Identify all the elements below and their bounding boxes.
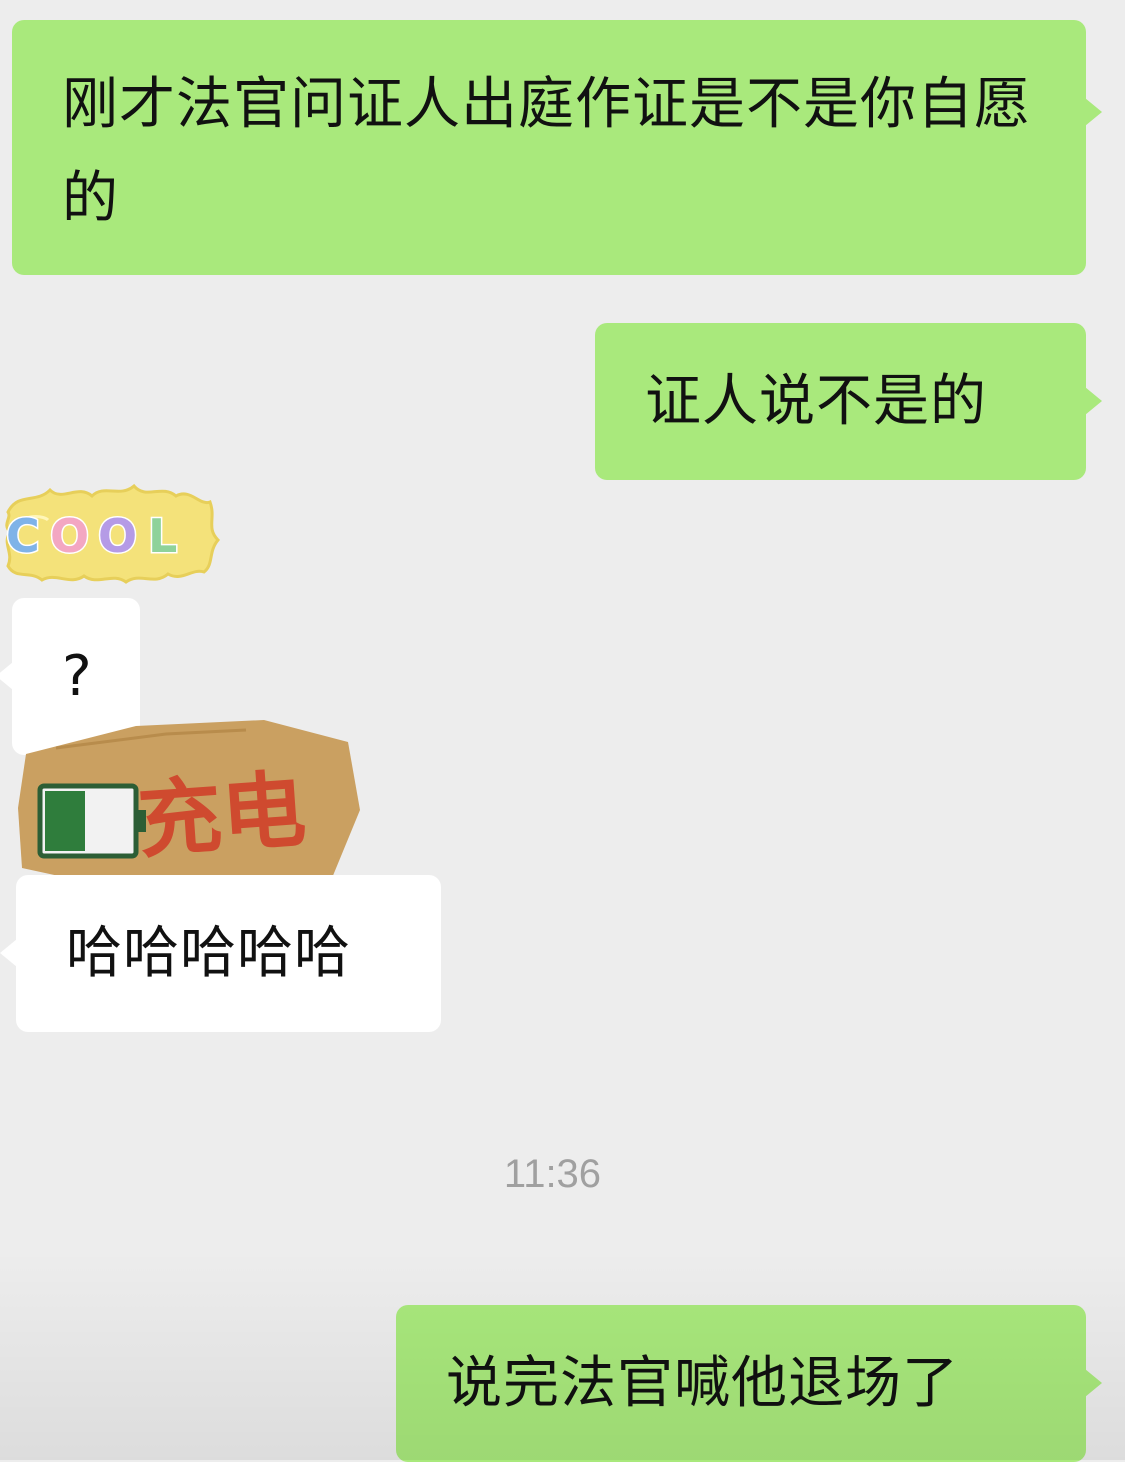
- message-timestamp: 11:36: [503, 1152, 602, 1196]
- sent-message-bubble[interactable]: 证人说不是的: [595, 323, 1102, 480]
- sticker-letter: C: [6, 509, 40, 563]
- message-text: 哈哈哈哈哈: [66, 921, 351, 986]
- sticker-letter: O: [50, 509, 89, 563]
- sent-message-bubble[interactable]: 说完法官喊他退场了: [396, 1305, 1102, 1462]
- sticker-letter: L: [148, 509, 177, 563]
- message-text: ?: [62, 644, 93, 709]
- message-text: 证人说不是的: [645, 369, 987, 434]
- cool-sticker[interactable]: C O O L: [0, 478, 222, 588]
- sticker-text: 充电: [135, 760, 309, 869]
- charging-sticker[interactable]: 充电: [16, 718, 362, 890]
- charging-sticker-image: 充电: [18, 720, 360, 888]
- sent-message-bubble[interactable]: 刚才法官问证人出庭作证是不是你自愿的: [12, 20, 1102, 275]
- chat-message-list[interactable]: 刚才法官问证人出庭作证是不是你自愿的 证人说不是的 C O O L ? 充电 哈…: [0, 0, 1125, 1462]
- battery-low-icon: [37, 783, 146, 859]
- message-text: 说完法官喊他退场了: [446, 1351, 959, 1416]
- sticker-letter: O: [98, 509, 137, 563]
- received-message-bubble[interactable]: 哈哈哈哈哈: [0, 875, 441, 1032]
- cool-sticker-image: C O O L: [5, 483, 221, 584]
- message-text: 刚才法官问证人出庭作证是不是你自愿的: [62, 72, 1031, 231]
